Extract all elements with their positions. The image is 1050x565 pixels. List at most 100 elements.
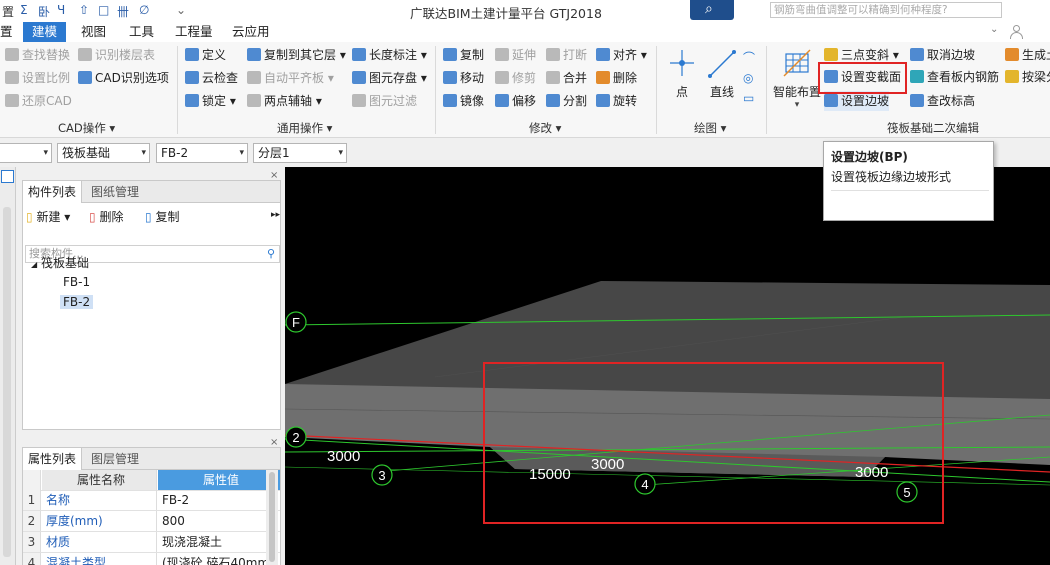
split-by-beam-button[interactable]: 按梁分: [1005, 67, 1050, 87]
change-elevation-button[interactable]: 查改标高: [910, 91, 975, 111]
extend-button[interactable]: 延伸: [495, 45, 536, 65]
rotate-button[interactable]: 旋转: [596, 91, 637, 111]
qa-item-5[interactable]: □: [98, 3, 109, 17]
component-panel-tabs: 构件列表 图纸管理: [23, 181, 280, 203]
qa-item-2[interactable]: 卧: [38, 3, 50, 20]
restore-cad-button[interactable]: 还原CAD: [5, 91, 72, 111]
axis-bubble-2[interactable]: 2: [285, 426, 307, 448]
qa-item-7[interactable]: ∅: [139, 3, 149, 17]
chevron-down-icon[interactable]: ⌄: [990, 24, 998, 35]
offset-button[interactable]: 偏移: [495, 91, 536, 111]
move-button[interactable]: 移动: [443, 68, 484, 88]
two-point-axis-button[interactable]: 两点辅轴 ▾: [247, 91, 322, 111]
qa-item-4[interactable]: ⇧: [79, 3, 89, 17]
tree-root[interactable]: ◢ 筏板基础: [31, 254, 89, 271]
group-label-common[interactable]: 通用操作 ▾: [277, 120, 332, 136]
circle-icon[interactable]: ◎: [743, 68, 755, 88]
tab-component-list[interactable]: 构件列表: [23, 181, 83, 203]
axis-bubble-f[interactable]: F: [285, 311, 307, 333]
line-button[interactable]: 直线: [706, 46, 738, 100]
lock-button[interactable]: 锁定 ▾: [185, 91, 236, 111]
point-button[interactable]: 点: [668, 46, 696, 100]
tab-cloud[interactable]: 云应用: [232, 22, 270, 42]
component-dropdown[interactable]: FB-2 ▾: [156, 143, 248, 163]
help-search-button[interactable]: ⌕: [690, 0, 734, 20]
cancel-slope-button[interactable]: 取消边坡: [910, 45, 975, 65]
tab-layer-management[interactable]: 图层管理: [86, 448, 144, 470]
qa-item-3[interactable]: Ч: [57, 3, 65, 17]
ribbon-divider: [656, 46, 657, 134]
view-slab-rebar-button[interactable]: 查看板内钢筋: [910, 67, 999, 87]
table-row[interactable]: 1 名称 FB-2: [23, 490, 280, 511]
group-label-cad[interactable]: CAD操作 ▾: [58, 120, 115, 136]
user-icon[interactable]: [1010, 25, 1023, 39]
group-label-modify[interactable]: 修改 ▾: [529, 120, 561, 136]
table-row[interactable]: 2 厚度(mm) 800: [23, 511, 280, 532]
ribbon-divider: [177, 46, 178, 134]
element-save-button[interactable]: 图元存盘 ▾: [352, 68, 427, 88]
more-icon[interactable]: ▸▸: [271, 210, 280, 220]
component-list-panel: 构件列表 图纸管理 ▯ 新建 ▾ ▯ 删除 ▯ 复制 ▸▸ 搜索构件... ⚲ ◢…: [22, 180, 281, 430]
split-button[interactable]: 分割: [546, 91, 587, 111]
navigator-icon[interactable]: [1, 170, 14, 183]
tab-quantity[interactable]: 工程量: [175, 22, 213, 42]
qa-item-6[interactable]: 卌: [117, 3, 129, 20]
help-search-input[interactable]: 钢筋弯曲值调整可以精确到何种程度?: [770, 2, 1002, 18]
set-slope-button[interactable]: 设置边坡: [824, 91, 890, 111]
tab-view[interactable]: 视图: [81, 22, 106, 42]
property-value[interactable]: 800: [158, 511, 268, 531]
break-button[interactable]: 打断: [546, 45, 587, 65]
cad-recognize-options-button[interactable]: CAD识别选项: [78, 68, 169, 88]
customize-dropdown-icon[interactable]: ⌄: [176, 3, 186, 17]
element-filter-button[interactable]: 图元过滤: [352, 91, 417, 111]
generate-soil-button[interactable]: 生成土: [1005, 45, 1050, 65]
mirror-button[interactable]: 镜像: [443, 91, 484, 111]
tree-item-fb1[interactable]: FB-1: [63, 275, 90, 289]
axis-bubble-3[interactable]: 3: [371, 464, 393, 486]
length-dimension-button[interactable]: 长度标注 ▾: [352, 45, 427, 65]
trim-button[interactable]: 修剪: [495, 68, 536, 88]
dock-scrollbar[interactable]: [3, 207, 11, 557]
tab-tools[interactable]: 工具: [129, 22, 154, 42]
delete-component-button[interactable]: ▯ 删除: [89, 208, 123, 225]
table-row[interactable]: 4 混凝土类型 (现浇砼 碎石40mm 3: [23, 553, 280, 565]
tab-drawing-management[interactable]: 图纸管理: [86, 181, 144, 203]
cloud-check-button[interactable]: 云检查: [185, 68, 238, 88]
table-row[interactable]: 3 材质 现浇混凝土: [23, 532, 280, 553]
tab-settings[interactable]: 置: [0, 22, 13, 42]
copy-button[interactable]: 复制: [443, 45, 484, 65]
property-value[interactable]: 现浇混凝土: [158, 532, 268, 552]
scrollbar-thumb[interactable]: [269, 472, 275, 562]
qa-item-0[interactable]: 置: [2, 3, 14, 20]
align-button[interactable]: 对齐 ▾: [596, 45, 647, 65]
define-button[interactable]: 定义: [185, 45, 226, 65]
property-value[interactable]: FB-2: [158, 490, 268, 510]
rectangle-icon[interactable]: ▭: [743, 88, 755, 108]
property-scrollbar[interactable]: [266, 470, 278, 565]
new-button[interactable]: ▯ 新建 ▾: [26, 208, 70, 225]
property-panel-tabs: 属性列表 图层管理: [23, 448, 280, 470]
delete-button[interactable]: 删除: [596, 68, 637, 88]
floor-dropdown[interactable]: ▾: [0, 143, 52, 163]
copy-component-button[interactable]: ▯ 复制: [145, 208, 179, 225]
find-replace-button[interactable]: 查找替换: [5, 45, 70, 65]
property-value[interactable]: (现浇砼 碎石40mm 3: [158, 553, 268, 565]
component-type-dropdown[interactable]: 筏板基础 ▾: [57, 143, 150, 163]
close-icon[interactable]: ×: [270, 170, 278, 181]
auto-align-slab-button[interactable]: 自动平齐板 ▾: [247, 68, 334, 88]
close-icon[interactable]: ×: [270, 437, 278, 448]
tree-item-fb2[interactable]: FB-2: [60, 295, 94, 309]
copy-to-other-floor-button[interactable]: 复制到其它层 ▾: [247, 45, 346, 65]
arc-icon[interactable]: ⌒: [743, 48, 755, 68]
merge-button[interactable]: 合并: [546, 68, 587, 88]
identify-floor-table-button[interactable]: 识别楼层表: [78, 45, 155, 65]
tab-modeling[interactable]: 建模: [23, 22, 67, 42]
smart-layout-button[interactable]: 智能布置 ▾: [772, 46, 822, 110]
chevron-down-icon: ▾: [239, 148, 244, 158]
layer-dropdown[interactable]: 分层1 ▾: [253, 143, 347, 163]
tab-property-list[interactable]: 属性列表: [23, 448, 83, 470]
arc-tools[interactable]: ⌒ ◎ ▭: [743, 48, 755, 108]
sum-icon[interactable]: Σ: [20, 3, 28, 17]
set-scale-button[interactable]: 设置比例: [5, 68, 70, 88]
group-label-draw[interactable]: 绘图 ▾: [694, 120, 726, 136]
